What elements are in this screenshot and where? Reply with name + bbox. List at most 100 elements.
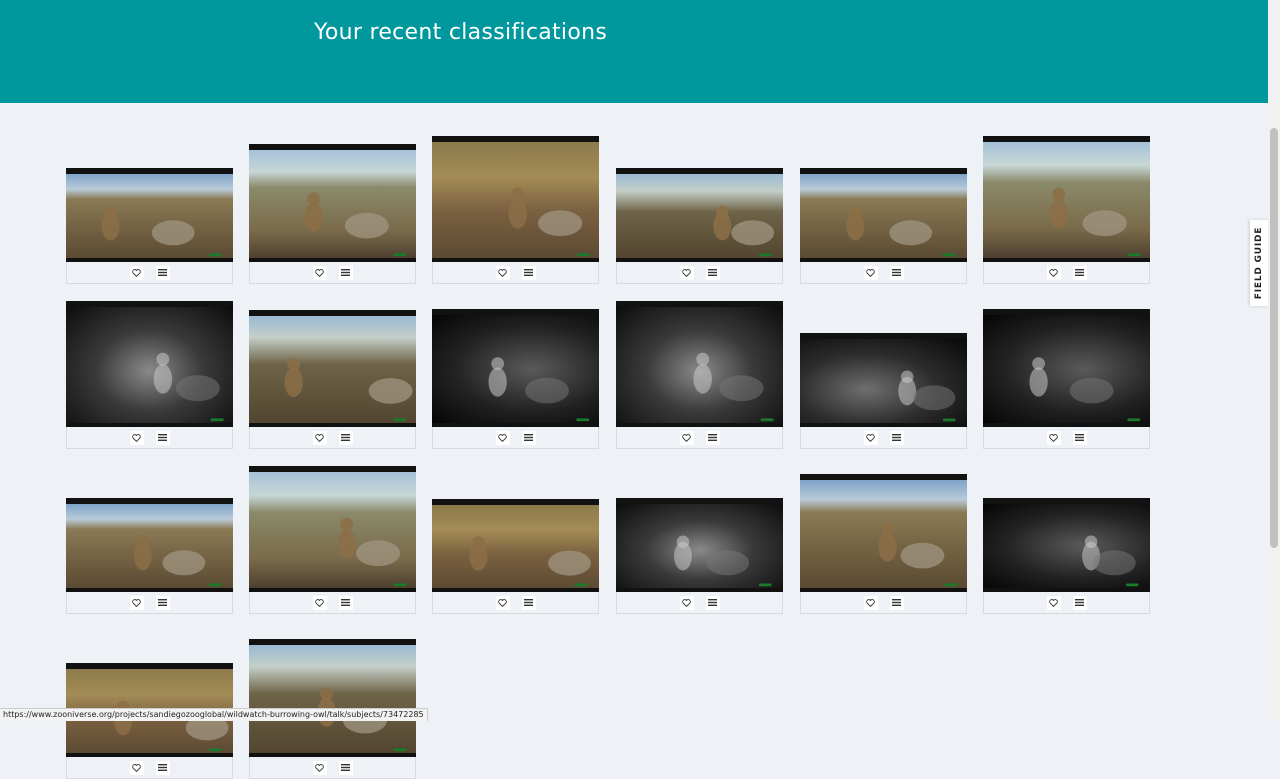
vertical-scrollbar[interactable] — [1268, 0, 1280, 720]
favorite-button[interactable] — [1046, 595, 1061, 610]
card-action-bar — [66, 592, 233, 614]
favorite-button[interactable] — [312, 265, 327, 280]
subject-thumbnail[interactable] — [983, 136, 1150, 262]
collect-button[interactable] — [338, 760, 353, 775]
thumbnail-scene — [469, 536, 591, 587]
subject-thumbnail[interactable] — [432, 309, 599, 427]
collect-button[interactable] — [155, 760, 170, 775]
list-icon — [892, 434, 901, 441]
subject-thumbnail[interactable] — [800, 333, 967, 427]
subject-thumbnail[interactable] — [66, 168, 233, 262]
list-icon — [341, 269, 350, 276]
subject-thumbnail[interactable] — [66, 301, 233, 427]
list-icon — [341, 599, 350, 606]
collect-button[interactable] — [338, 430, 353, 445]
card-action-bar — [432, 262, 599, 284]
favorite-button[interactable] — [863, 430, 878, 445]
subject-thumbnail[interactable] — [616, 168, 783, 262]
list-icon — [524, 434, 533, 441]
subject-thumbnail[interactable] — [249, 310, 416, 427]
card-action-bar — [800, 262, 967, 284]
list-icon — [341, 764, 350, 771]
collect-button[interactable] — [1072, 265, 1087, 280]
heart-icon — [682, 268, 691, 277]
collect-button[interactable] — [889, 430, 904, 445]
thumbnail-scene — [713, 205, 775, 257]
favorite-button[interactable] — [495, 430, 510, 445]
subject-thumbnail[interactable] — [800, 474, 967, 592]
collect-button[interactable] — [338, 595, 353, 610]
collect-button[interactable] — [1072, 595, 1087, 610]
subject-thumbnail[interactable] — [983, 498, 1150, 592]
favorite-button[interactable] — [863, 265, 878, 280]
subject-thumbnail[interactable] — [616, 498, 783, 592]
scrollbar-thumb[interactable] — [1270, 128, 1278, 548]
subject-thumbnail[interactable] — [616, 301, 783, 427]
heart-icon — [498, 268, 507, 277]
classification-card — [249, 310, 416, 449]
collect-button[interactable] — [889, 265, 904, 280]
subject-thumbnail[interactable] — [66, 498, 233, 592]
collect-button[interactable] — [155, 595, 170, 610]
thumbnail-scene — [674, 535, 772, 587]
favorite-button[interactable] — [1046, 430, 1061, 445]
card-action-bar — [249, 262, 416, 284]
card-action-bar — [249, 592, 416, 614]
favorite-button[interactable] — [495, 595, 510, 610]
classification-card — [66, 301, 233, 449]
heart-icon — [1049, 268, 1058, 277]
camera-timestamp-strip — [983, 504, 1150, 510]
collect-button[interactable] — [1072, 430, 1087, 445]
thumbnail-scene — [693, 352, 774, 422]
favorite-button[interactable] — [129, 760, 144, 775]
thumbnail-scene — [878, 522, 958, 587]
field-guide-tab[interactable]: FIELD GUIDE — [1250, 220, 1268, 306]
collect-button[interactable] — [155, 430, 170, 445]
collect-button[interactable] — [705, 265, 720, 280]
favorite-button[interactable] — [679, 265, 694, 280]
card-action-bar — [616, 592, 783, 614]
collect-button[interactable] — [889, 595, 904, 610]
subject-thumbnail[interactable] — [983, 309, 1150, 427]
subject-thumbnail[interactable] — [800, 168, 967, 262]
favorite-button[interactable] — [129, 430, 144, 445]
thumbnail-scene — [153, 352, 224, 422]
camera-timestamp-strip — [800, 339, 967, 345]
favorite-button[interactable] — [863, 595, 878, 610]
collect-button[interactable] — [705, 430, 720, 445]
collect-button[interactable] — [521, 430, 536, 445]
favorite-button[interactable] — [679, 595, 694, 610]
favorite-button[interactable] — [312, 430, 327, 445]
card-action-bar — [249, 757, 416, 779]
favorite-button[interactable] — [1046, 265, 1061, 280]
thumbnail-scene — [317, 687, 407, 752]
camera-timestamp-strip — [800, 174, 967, 180]
favorite-button[interactable] — [312, 760, 327, 775]
collect-button[interactable] — [705, 595, 720, 610]
heart-icon — [315, 433, 324, 442]
collect-button[interactable] — [155, 265, 170, 280]
collect-button[interactable] — [521, 265, 536, 280]
subject-thumbnail[interactable] — [432, 499, 599, 592]
subject-thumbnail[interactable] — [249, 144, 416, 262]
favorite-button[interactable] — [679, 430, 694, 445]
card-action-bar — [800, 592, 967, 614]
favorite-button[interactable] — [129, 595, 144, 610]
classification-card — [800, 474, 967, 614]
collect-button[interactable] — [338, 265, 353, 280]
favorite-button[interactable] — [129, 265, 144, 280]
subject-thumbnail[interactable] — [249, 639, 416, 757]
field-guide-label: FIELD GUIDE — [1254, 226, 1264, 300]
card-action-bar — [983, 592, 1150, 614]
thumbnail-scene — [508, 187, 590, 257]
favorite-button[interactable] — [495, 265, 510, 280]
collect-button[interactable] — [521, 595, 536, 610]
heart-icon — [498, 598, 507, 607]
subject-thumbnail[interactable] — [249, 466, 416, 592]
subject-thumbnail[interactable] — [432, 136, 599, 262]
classification-card — [249, 144, 416, 284]
camera-timestamp-strip — [66, 669, 233, 675]
favorite-button[interactable] — [312, 595, 327, 610]
list-icon — [341, 434, 350, 441]
classification-card — [66, 663, 233, 779]
